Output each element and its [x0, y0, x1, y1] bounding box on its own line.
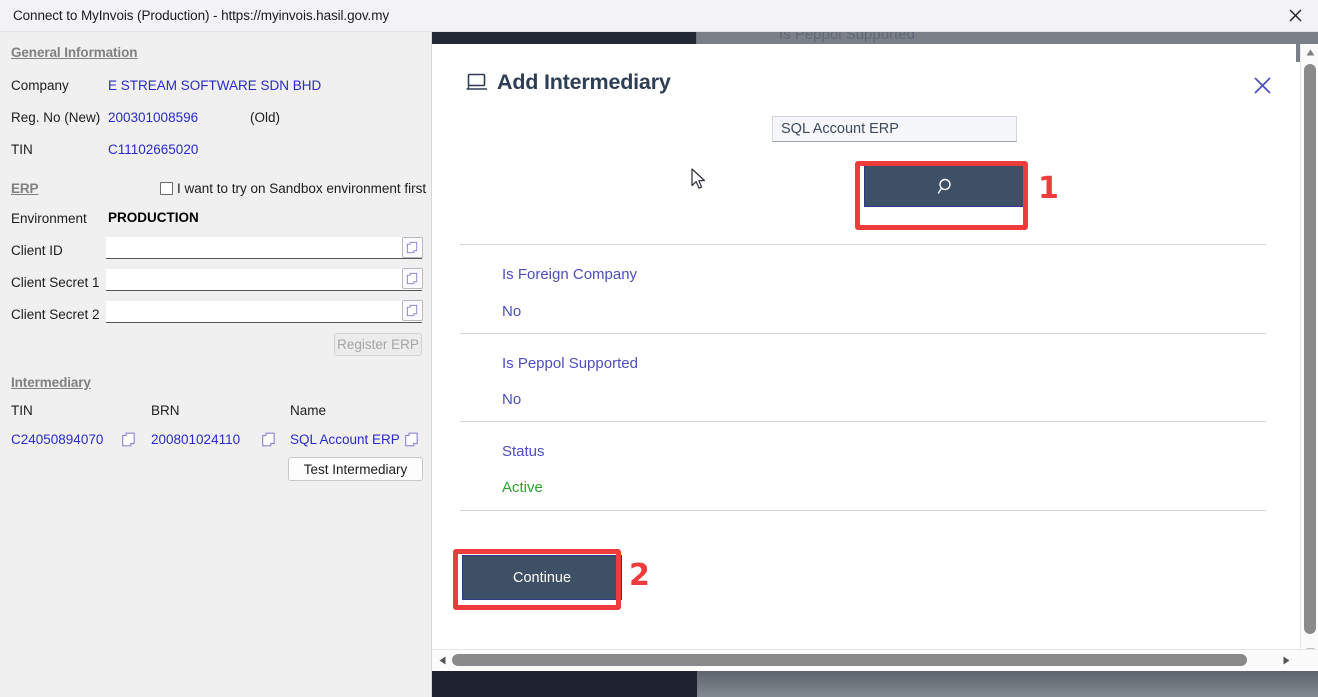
sandbox-checkbox-label: I want to try on Sandbox environment fir…	[177, 181, 427, 196]
section-heading-intermediary: Intermediary	[11, 375, 91, 390]
detail-divider-3	[460, 421, 1266, 422]
background-label-is-peppol-supported: Is Peppol Supported	[779, 32, 915, 43]
clipboard-icon	[262, 432, 275, 447]
copy-brn-button[interactable]	[261, 431, 277, 448]
intermediary-search-field[interactable]	[772, 116, 1017, 142]
background-bottom-dark-block	[432, 671, 697, 697]
detail-divider-1	[460, 244, 1266, 245]
value-tin[interactable]: C11102665020	[108, 142, 198, 157]
copy-name-button[interactable]	[404, 431, 420, 448]
sandbox-checkbox[interactable]	[160, 182, 173, 195]
clipboard-icon	[406, 304, 418, 317]
value-reg-no-new[interactable]: 200301008596	[108, 110, 198, 125]
close-icon	[1289, 9, 1301, 22]
clipboard-icon	[406, 241, 418, 254]
horizontal-scroll-thumb[interactable]	[452, 654, 1247, 666]
search-icon	[937, 178, 951, 194]
copy-tin-button[interactable]	[121, 431, 137, 448]
client-id-copy-button[interactable]	[402, 237, 423, 258]
label-reg-no-new: Reg. No (New)	[11, 110, 101, 125]
triangle-right-icon	[1283, 656, 1290, 664]
add-intermediary-modal: Add Intermediary Is Foreign Company No I…	[432, 44, 1296, 655]
triangle-up-icon	[1306, 49, 1314, 56]
clipboard-icon	[405, 432, 418, 447]
left-settings-panel: General Information Company E STREAM SOF…	[0, 32, 432, 697]
client-id-field[interactable]	[106, 237, 422, 259]
label-environment: Environment	[11, 211, 87, 226]
vertical-scroll-thumb[interactable]	[1304, 64, 1316, 634]
search-button[interactable]	[864, 165, 1028, 207]
client-secret-2-copy-button[interactable]	[402, 300, 423, 321]
vertical-scrollbar[interactable]	[1300, 44, 1318, 660]
window-title: Connect to MyInvois (Production) - https…	[13, 8, 389, 23]
section-heading-general-information: General Information	[11, 45, 138, 60]
column-header-tin: TIN	[11, 403, 33, 418]
label-client-secret-2: Client Secret 2	[11, 307, 100, 322]
background-bottom-gray-block	[697, 671, 1318, 697]
intermediary-search-input[interactable]	[773, 117, 1016, 141]
application-window: Connect to MyInvois (Production) - https…	[0, 0, 1318, 697]
modal-title-row: Add Intermediary	[466, 70, 671, 95]
table-row-tin-value[interactable]: C24050894070	[11, 432, 103, 447]
detail-value-is-foreign-company: No	[502, 303, 522, 320]
detail-value-is-peppol-supported: No	[502, 391, 522, 408]
column-header-name: Name	[290, 403, 327, 418]
triangle-left-icon	[439, 656, 446, 664]
scroll-right-button[interactable]	[1278, 650, 1295, 670]
scroll-left-button[interactable]	[434, 650, 451, 670]
label-tin: TIN	[11, 142, 33, 157]
label-client-id: Client ID	[11, 243, 63, 258]
detail-label-is-foreign-company: Is Foreign Company	[502, 266, 638, 283]
detail-label-is-peppol-supported: Is Peppol Supported	[502, 355, 638, 372]
client-id-input[interactable]	[106, 237, 422, 258]
client-secret-1-field[interactable]	[106, 269, 422, 291]
client-secret-1-copy-button[interactable]	[402, 268, 423, 289]
detail-label-status: Status	[502, 443, 545, 460]
column-header-brn: BRN	[151, 403, 180, 418]
window-titlebar: Connect to MyInvois (Production) - https…	[0, 0, 1318, 32]
detail-divider-2	[460, 333, 1266, 334]
section-heading-erp: ERP	[11, 181, 39, 196]
detail-divider-4	[460, 510, 1266, 511]
value-environment: PRODUCTION	[108, 210, 199, 225]
window-close-button[interactable]	[1272, 0, 1318, 31]
label-reg-no-old: (Old)	[250, 110, 280, 125]
client-secret-1-input[interactable]	[106, 269, 422, 290]
label-company: Company	[11, 78, 69, 93]
table-row-name-value[interactable]: SQL Account ERP	[290, 432, 400, 447]
register-erp-button[interactable]: Register ERP	[334, 333, 422, 356]
detail-value-status: Active	[502, 479, 543, 496]
horizontal-scrollbar[interactable]	[432, 649, 1318, 669]
scroll-up-button[interactable]	[1301, 44, 1318, 61]
continue-button[interactable]: Continue	[462, 555, 622, 600]
client-secret-2-input[interactable]	[106, 301, 422, 322]
client-secret-2-field[interactable]	[106, 301, 422, 323]
table-row-brn-value[interactable]: 200801024110	[151, 432, 240, 447]
clipboard-icon	[122, 432, 135, 447]
test-intermediary-button[interactable]: Test Intermediary	[288, 457, 423, 481]
value-company[interactable]: E STREAM SOFTWARE SDN BHD	[108, 78, 321, 93]
monitor-icon	[466, 73, 488, 92]
clipboard-icon	[406, 272, 418, 285]
label-client-secret-1: Client Secret 1	[11, 275, 100, 290]
modal-title-text: Add Intermediary	[497, 70, 671, 94]
modal-close-button[interactable]	[1248, 71, 1276, 99]
sandbox-checkbox-row[interactable]: I want to try on Sandbox environment fir…	[160, 181, 426, 196]
close-icon	[1253, 76, 1271, 94]
